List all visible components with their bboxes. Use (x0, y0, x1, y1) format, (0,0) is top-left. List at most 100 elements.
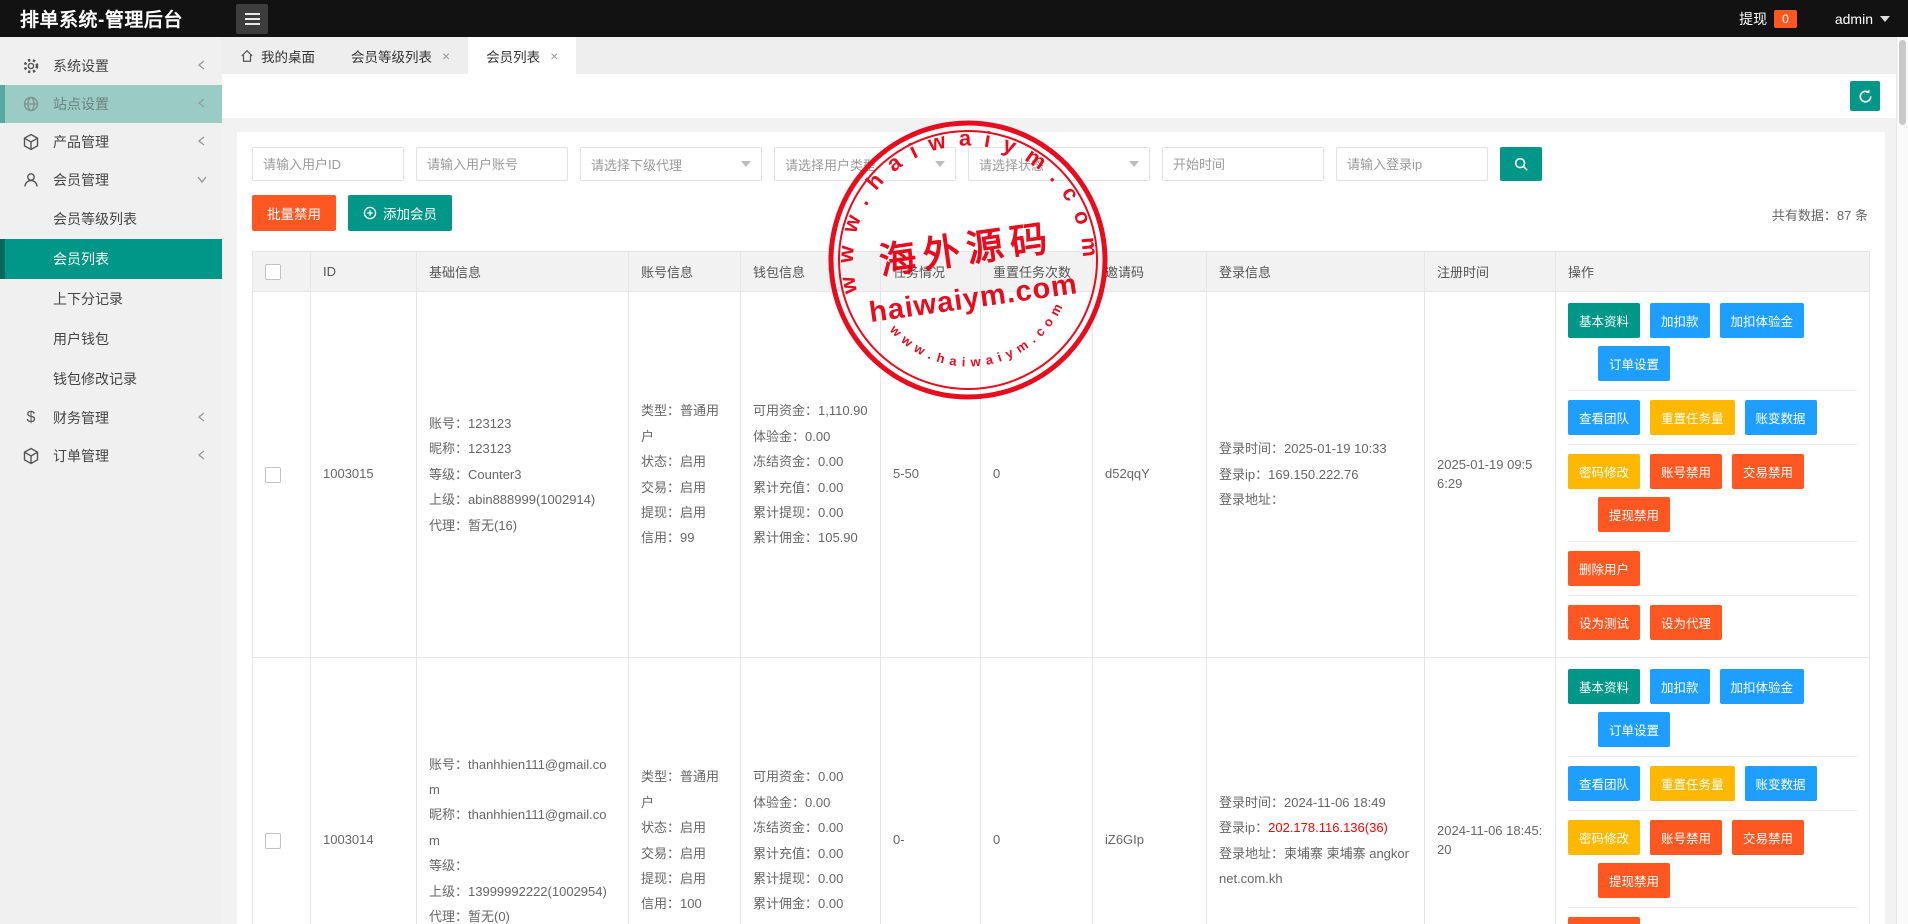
sidebar-item-label: 系统设置 (53, 56, 196, 76)
modify-password-button[interactable]: 密码修改 (1568, 454, 1640, 489)
select-all-checkbox[interactable] (265, 264, 281, 280)
user-type-select[interactable]: 请选择用户类型 (774, 147, 956, 181)
delete-user-button[interactable]: 删除用户 (1568, 551, 1640, 586)
search-button[interactable] (1500, 147, 1542, 181)
withdraw-menu[interactable]: 提现 0 (1739, 9, 1797, 29)
account-change-button[interactable]: 账变数据 (1745, 400, 1817, 435)
tab-my-desktop[interactable]: 我的桌面 (222, 37, 333, 74)
select-placeholder: 请选择下级代理 (591, 155, 682, 174)
basic-info-cell: 账号：123123昵称：123123等级：Counter3上级：abin8889… (417, 292, 629, 658)
tab-member-list[interactable]: 会员列表 × (468, 37, 576, 74)
close-icon[interactable]: × (550, 48, 558, 64)
chevron-down-icon (935, 161, 945, 167)
view-team-button[interactable]: 查看团队 (1568, 766, 1640, 801)
disable-account-button[interactable]: 账号禁用 (1650, 454, 1722, 489)
invite-code-cell: iZ6GIp (1093, 658, 1207, 924)
invite-code-cell: d52qqY (1093, 292, 1207, 658)
order-setting-button[interactable]: 订单设置 (1598, 346, 1670, 381)
chevron-down-icon (741, 161, 751, 167)
sidebar-item-order-management[interactable]: 订单管理 (0, 437, 222, 475)
cell-line: 可用资金：0.00 (753, 764, 868, 789)
sidebar-item-site-settings[interactable]: 站点设置 (0, 85, 222, 123)
row-checkbox[interactable] (265, 833, 281, 849)
delete-user-button[interactable]: 删除用户 (1568, 917, 1640, 924)
add-deduct-button[interactable]: 加扣款 (1650, 303, 1710, 338)
cell-line: 上级：13999992222(1002954) (429, 879, 616, 904)
sidebar-subitem-label: 用户钱包 (53, 329, 109, 349)
sidebar-item-product-management[interactable]: 产品管理 (0, 123, 222, 161)
cell-line: 交易：启用 (641, 841, 728, 866)
dollar-icon: $ (22, 409, 40, 427)
col-basic-info: 基础信息 (417, 252, 629, 292)
login-ip-input[interactable] (1336, 147, 1488, 181)
cell-line: 提现：启用 (641, 500, 728, 525)
refresh-icon (1857, 88, 1874, 105)
action-group: 查看团队 重置任务量 账变数据 (1568, 390, 1857, 444)
cell-line: 冻结资金：0.00 (753, 449, 868, 474)
action-group: 设为测试 设为代理 (1568, 595, 1857, 649)
add-deduct-trial-button[interactable]: 加扣体验金 (1720, 669, 1805, 704)
login-info-cell: 登录时间：2024-11-06 18:49 登录ip：202.178.116.1… (1207, 658, 1425, 924)
cell-line: 代理：暂无(0) (429, 904, 616, 924)
sidebar-item-system-settings[interactable]: 系统设置 (0, 47, 222, 85)
start-time-input[interactable] (1162, 147, 1324, 181)
sidebar-item-wallet-modify-records[interactable]: 钱包修改记录 (0, 359, 222, 399)
status-select[interactable]: 请选择状态 (968, 147, 1150, 181)
agent-select[interactable]: 请选择下级代理 (580, 147, 762, 181)
wallet-info-cell: 可用资金：0.00体验金：0.00冻结资金：0.00累计充值：0.00累计提现：… (741, 658, 881, 924)
home-icon (240, 49, 254, 63)
account-input[interactable] (416, 147, 568, 181)
sidebar-item-member-list[interactable]: 会员列表 (0, 239, 222, 279)
hamburger-icon[interactable] (236, 4, 268, 34)
sidebar-item-user-wallet[interactable]: 用户钱包 (0, 319, 222, 359)
disable-withdraw-button[interactable]: 提现禁用 (1598, 863, 1670, 898)
sidebar-item-member-level-list[interactable]: 会员等级列表 (0, 199, 222, 239)
user-id-input[interactable] (252, 147, 404, 181)
disable-withdraw-button[interactable]: 提现禁用 (1598, 497, 1670, 532)
account-change-button[interactable]: 账变数据 (1745, 766, 1817, 801)
add-deduct-button[interactable]: 加扣款 (1650, 669, 1710, 704)
chevron-down-icon (196, 172, 208, 188)
col-login-info: 登录信息 (1207, 252, 1425, 292)
add-deduct-trial-button[interactable]: 加扣体验金 (1720, 303, 1805, 338)
task-cell: 0- (881, 658, 981, 924)
cell-line: 累计佣金：105.90 (753, 525, 868, 550)
sidebar-item-finance-management[interactable]: $ 财务管理 (0, 399, 222, 437)
cell-line: 累计提现：0.00 (753, 500, 868, 525)
refresh-button[interactable] (1850, 81, 1880, 111)
sidebar-item-member-management[interactable]: 会员管理 (0, 161, 222, 199)
batch-disable-button[interactable]: 批量禁用 (252, 195, 336, 231)
profile-button[interactable]: 基本资料 (1568, 669, 1640, 704)
tab-member-level-list[interactable]: 会员等级列表 × (333, 37, 468, 74)
close-icon[interactable]: × (442, 48, 450, 64)
action-bar: 批量禁用 添加会员 共有数据：87 条 (252, 197, 1870, 229)
profile-button[interactable]: 基本资料 (1568, 303, 1640, 338)
vertical-scrollbar[interactable] (1896, 37, 1908, 924)
disable-trade-button[interactable]: 交易禁用 (1732, 454, 1804, 489)
tab-bar: 我的桌面 会员等级列表 × 会员列表 × (222, 37, 1896, 74)
wallet-info-cell: 可用资金：1,110.90体验金：0.00冻结资金：0.00累计充值：0.00累… (741, 292, 881, 658)
sidebar-subitem-label: 上下分记录 (53, 289, 123, 309)
disable-trade-button[interactable]: 交易禁用 (1732, 820, 1804, 855)
member-table: ID 基础信息 账号信息 钱包信息 任务情况 重置任务次数 邀请码 登录信息 注… (252, 251, 1870, 924)
action-group: 查看团队 重置任务量 账变数据 (1568, 756, 1857, 810)
set-agent-button[interactable]: 设为代理 (1650, 605, 1722, 640)
cell-line: 累计充值：0.00 (753, 841, 868, 866)
sidebar-item-label: 订单管理 (53, 446, 196, 466)
disable-account-button[interactable]: 账号禁用 (1650, 820, 1722, 855)
sidebar-item-label: 站点设置 (53, 94, 196, 114)
set-test-button[interactable]: 设为测试 (1568, 605, 1640, 640)
chevron-left-icon (196, 58, 208, 74)
modify-password-button[interactable]: 密码修改 (1568, 820, 1640, 855)
add-member-button[interactable]: 添加会员 (348, 195, 452, 231)
reset-task-button[interactable]: 重置任务量 (1650, 766, 1735, 801)
reset-task-button[interactable]: 重置任务量 (1650, 400, 1735, 435)
sidebar-item-score-records[interactable]: 上下分记录 (0, 279, 222, 319)
scrollbar-thumb[interactable] (1899, 40, 1906, 125)
row-checkbox[interactable] (265, 467, 281, 483)
view-team-button[interactable]: 查看团队 (1568, 400, 1640, 435)
cell-line: 交易：启用 (641, 475, 728, 500)
order-setting-button[interactable]: 订单设置 (1598, 712, 1670, 747)
action-group: 密码修改 账号禁用 交易禁用 提现禁用 (1568, 444, 1857, 541)
user-menu[interactable]: admin (1835, 11, 1890, 27)
